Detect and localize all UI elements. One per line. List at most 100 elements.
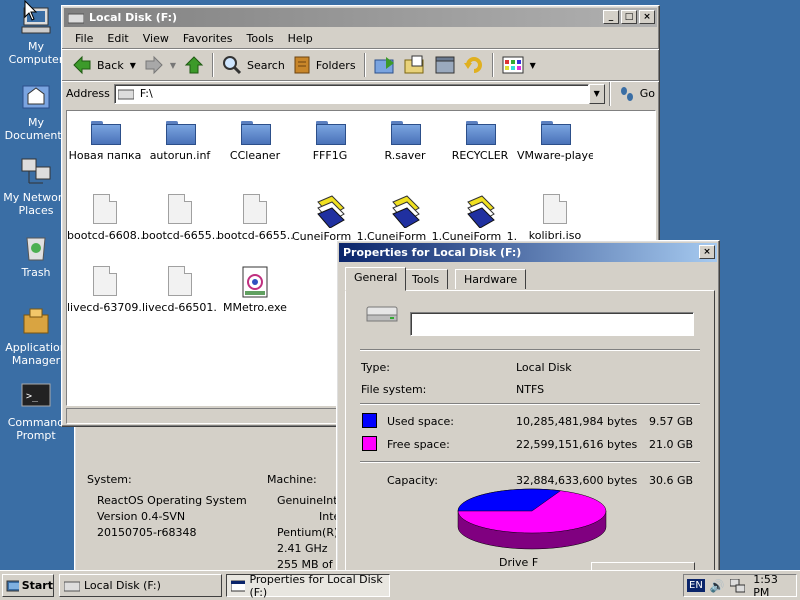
up-button[interactable] [180, 52, 208, 78]
file-item[interactable]: livecd-63709... [67, 266, 143, 314]
fs-value: NTFS [516, 383, 545, 396]
file-name: livecd-63709... [67, 301, 143, 314]
file-item[interactable]: Новая папка [67, 119, 143, 162]
menu-view[interactable]: View [136, 32, 176, 45]
window-title: Local Disk (F:) [89, 11, 178, 24]
maximize-button[interactable]: □ [621, 10, 637, 24]
file-name: autorun.inf [149, 149, 211, 162]
toolbar: Back ▼ ▼ Search Folders ▼ [62, 49, 659, 81]
file-item[interactable]: CuneiForm_1... [292, 194, 368, 243]
file-item[interactable]: CuneiForm_1... [442, 194, 518, 243]
menu-help[interactable]: Help [281, 32, 320, 45]
forward-arrow-icon [145, 55, 163, 75]
tab-hardware[interactable]: Hardware [455, 269, 527, 289]
address-bar: Address F:\ ▼ Go [62, 81, 659, 106]
system-line: 20150705-r68348 [97, 526, 197, 539]
explorer-titlebar[interactable]: Local Disk (F:) _ □ × [64, 8, 657, 27]
delete-icon [435, 56, 455, 74]
search-button[interactable]: Search [218, 52, 289, 78]
forward-button[interactable]: ▼ [140, 52, 180, 78]
cuneiform-icon [467, 195, 495, 228]
file-item[interactable]: FFF1G [292, 119, 368, 162]
machine-line: GenuineInte [277, 494, 345, 507]
views-icon [502, 56, 524, 74]
address-label: Address [66, 87, 110, 100]
go-button[interactable]: Go [615, 86, 659, 102]
folders-icon [294, 56, 310, 74]
go-label: Go [639, 87, 655, 100]
free-label: Free space: [387, 438, 450, 451]
documents-icon [20, 80, 52, 112]
address-input[interactable]: F:\ [113, 83, 589, 104]
system-tray: EN 🔊 1:53 PM [683, 573, 797, 599]
menu-file[interactable]: File [68, 32, 100, 45]
file-item[interactable]: CCleaner [217, 119, 293, 162]
file-item[interactable]: bootcd-6655... [217, 194, 293, 242]
copy-to-button[interactable] [400, 52, 430, 78]
file-name: bootcd-6608... [67, 229, 143, 242]
menu-favorites[interactable]: Favorites [176, 32, 240, 45]
back-button[interactable]: Back ▼ [68, 52, 140, 78]
chevron-down-icon[interactable]: ▼ [530, 61, 536, 70]
chevron-down-icon[interactable]: ▼ [130, 61, 136, 70]
mouse-cursor-icon [24, 0, 38, 21]
disk-usage-pie [457, 488, 607, 550]
search-label: Search [247, 58, 285, 72]
network-status-icon[interactable] [729, 578, 746, 593]
views-button[interactable]: ▼ [498, 52, 540, 78]
file-name: FFF1G [312, 149, 348, 162]
properties-dialog: Properties for Local Disk (F:) × General… [336, 240, 720, 586]
file-name: bootcd-6655... [217, 229, 293, 242]
file-name: MMetro.exe [223, 301, 287, 314]
folders-button[interactable]: Folders [289, 52, 360, 78]
volume-icon[interactable]: 🔊 [710, 579, 725, 593]
clock[interactable]: 1:53 PM [753, 573, 796, 599]
file-item[interactable]: bootcd-6655... [142, 194, 218, 242]
free-space-swatch [362, 436, 377, 451]
folder-icon [391, 119, 421, 145]
delete-button[interactable] [430, 52, 460, 78]
command-prompt-icon: >_ [20, 380, 52, 412]
volume-label-input[interactable] [410, 312, 694, 336]
taskbar-item-explorer[interactable]: Local Disk (F:) [59, 574, 222, 597]
file-item[interactable]: kolibri.iso [517, 194, 593, 242]
address-dropdown-button[interactable]: ▼ [588, 83, 605, 104]
chevron-down-icon[interactable]: ▼ [170, 61, 176, 70]
menu-tools[interactable]: Tools [240, 32, 281, 45]
language-indicator[interactable]: EN [687, 579, 705, 592]
type-label: Type: [361, 361, 390, 374]
file-item[interactable]: livecd-66501... [142, 266, 218, 314]
menu-edit[interactable]: Edit [100, 32, 135, 45]
taskbar-item-properties[interactable]: Properties for Local Disk (F:) [226, 573, 390, 599]
undo-button[interactable] [460, 52, 488, 78]
type-value: Local Disk [516, 361, 572, 374]
machine-line: 2.41 GHz [277, 542, 328, 555]
file-item[interactable]: R.saver [367, 119, 443, 162]
file-item[interactable]: RECYCLER [442, 119, 518, 162]
tab-general[interactable]: General [345, 267, 407, 291]
file-item[interactable]: bootcd-6608... [67, 194, 143, 242]
document-icon [93, 266, 117, 296]
file-item[interactable]: autorun.inf [142, 119, 218, 162]
minimize-button[interactable]: _ [603, 10, 619, 24]
start-label: Start [21, 579, 53, 592]
free-gb: 21.0 GB [649, 438, 694, 451]
start-button[interactable]: Start [2, 574, 54, 597]
drive-icon [68, 13, 84, 23]
drive-icon [64, 581, 80, 591]
file-item[interactable]: MMetro.exe [217, 266, 293, 314]
file-item[interactable]: CuneiForm_1... [367, 194, 443, 243]
close-button[interactable]: × [699, 245, 715, 259]
close-button[interactable]: × [639, 10, 655, 24]
go-icon [620, 86, 633, 101]
tab-tools[interactable]: Tools [403, 269, 449, 289]
used-space-swatch [362, 413, 377, 428]
file-name: livecd-66501... [142, 301, 218, 314]
file-name: R.saver [384, 149, 426, 162]
folders-label: Folders [315, 58, 356, 72]
file-item[interactable]: VMware-player [517, 119, 593, 162]
fs-label: File system: [361, 383, 427, 396]
move-to-button[interactable] [370, 52, 400, 78]
properties-titlebar[interactable]: Properties for Local Disk (F:) × [339, 243, 717, 262]
folder-icon [91, 119, 121, 145]
